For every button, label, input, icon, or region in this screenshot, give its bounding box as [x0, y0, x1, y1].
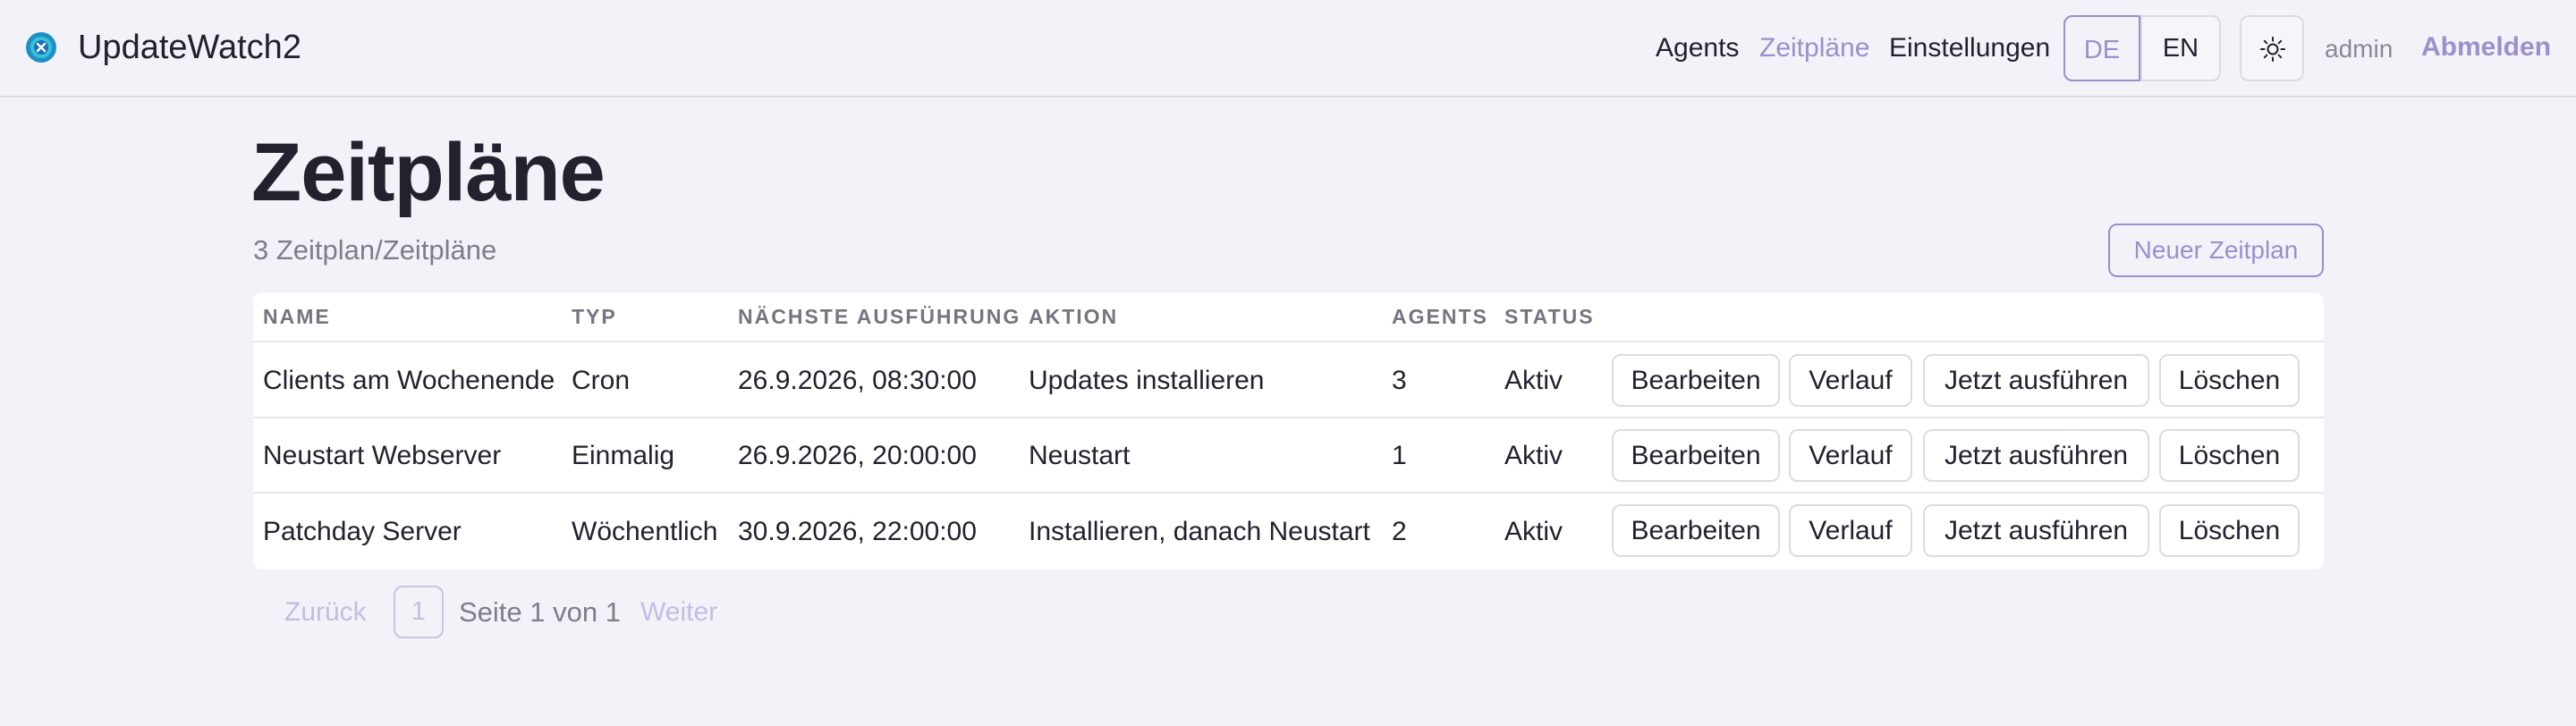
nav-einstellungen[interactable]: Einstellungen: [1889, 32, 2050, 64]
sun-icon: [2260, 37, 2285, 62]
schedule-name: Neustart Webserver: [263, 441, 502, 470]
app-name[interactable]: UpdateWatch2: [78, 27, 301, 68]
lang-de-button[interactable]: DE: [2063, 15, 2140, 81]
pagination-page-button[interactable]: 1: [394, 586, 444, 638]
schedule-action: Neustart: [1029, 441, 1131, 470]
history-button[interactable]: Verlauf: [1789, 504, 1912, 557]
history-button[interactable]: Verlauf: [1789, 429, 1912, 482]
history-button[interactable]: Verlauf: [1789, 354, 1912, 407]
schedule-agents: 3: [1392, 366, 1407, 395]
pagination-next-button[interactable]: Weiter: [640, 596, 717, 629]
run-now-button[interactable]: Jetzt ausführen: [1923, 429, 2149, 482]
column-header-action[interactable]: AKTION: [1029, 304, 1118, 329]
new-schedule-button[interactable]: Neuer Zeitplan: [2108, 224, 2324, 277]
schedule-type: Einmalig: [572, 441, 675, 470]
schedule-name: Patchday Server: [263, 517, 462, 546]
edit-button[interactable]: Bearbeiten: [1612, 354, 1780, 407]
schedule-agents: 2: [1392, 517, 1407, 546]
delete-button[interactable]: Löschen: [2159, 504, 2300, 557]
schedule-status: Aktiv: [1504, 517, 1563, 546]
row-divider: [253, 492, 2324, 494]
app-logo-icon: [26, 32, 56, 63]
column-header-agents[interactable]: AGENTS: [1392, 304, 1488, 329]
table-header-divider: [253, 341, 2324, 342]
column-header-status[interactable]: STATUS: [1504, 304, 1595, 329]
schedule-type: Wöchentlich: [572, 517, 718, 546]
run-now-button[interactable]: Jetzt ausführen: [1923, 504, 2149, 557]
row-divider: [253, 417, 2324, 418]
delete-button[interactable]: Löschen: [2159, 429, 2300, 482]
nav-zeitplaene[interactable]: Zeitpläne: [1759, 32, 1869, 64]
schedule-name: Clients am Wochenende: [263, 366, 555, 395]
schedule-next-run: 26.9.2026, 08:30:00: [738, 366, 977, 395]
current-user: admin: [2325, 35, 2394, 63]
run-now-button[interactable]: Jetzt ausführen: [1923, 354, 2149, 407]
schedule-next-run: 30.9.2026, 22:00:00: [738, 517, 977, 546]
pagination-info: Seite 1 von 1: [459, 596, 621, 628]
edit-button[interactable]: Bearbeiten: [1612, 429, 1780, 482]
top-navbar: UpdateWatch2 Agents Zeitpläne Einstellun…: [0, 0, 2576, 97]
language-switch: DE EN: [2063, 15, 2221, 81]
logout-button[interactable]: Abmelden: [2421, 31, 2551, 63]
nav-agents[interactable]: Agents: [1656, 32, 1739, 64]
page-title: Zeitpläne: [251, 127, 606, 218]
schedule-type: Cron: [572, 366, 631, 395]
column-header-type[interactable]: TYP: [572, 304, 617, 329]
theme-toggle-button[interactable]: [2240, 15, 2304, 81]
schedule-agents: 1: [1392, 441, 1407, 470]
schedule-action: Installieren, danach Neustart: [1029, 517, 1370, 546]
schedule-status: Aktiv: [1504, 441, 1563, 470]
schedule-action: Updates installieren: [1029, 366, 1265, 395]
pagination-prev-button[interactable]: Zurück: [284, 596, 367, 629]
edit-button[interactable]: Bearbeiten: [1612, 504, 1780, 557]
lang-en-button[interactable]: EN: [2142, 17, 2219, 80]
schedule-count: 3 Zeitplan/Zeitpläne: [253, 234, 497, 266]
column-header-next-run[interactable]: NÄCHSTE AUSFÜHRUNG: [738, 304, 1021, 329]
schedule-status: Aktiv: [1504, 366, 1563, 395]
delete-button[interactable]: Löschen: [2159, 354, 2300, 407]
column-header-name[interactable]: NAME: [263, 304, 331, 329]
schedule-next-run: 26.9.2026, 20:00:00: [738, 441, 977, 470]
